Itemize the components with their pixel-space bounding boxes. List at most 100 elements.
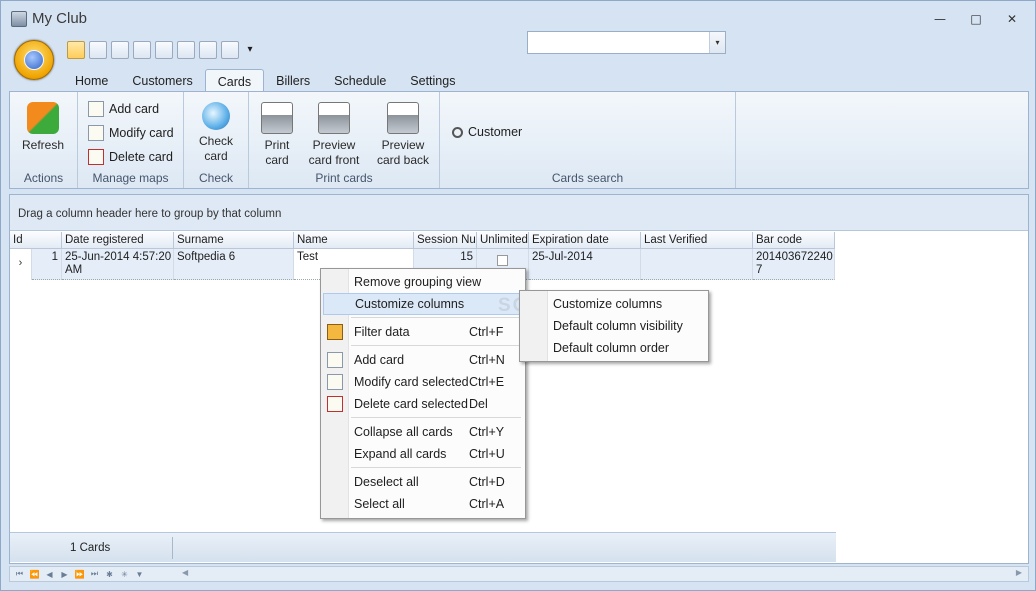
column-header-bar-code[interactable]: Bar code [753,232,835,249]
prev-page-icon[interactable]: ⏪ [29,570,40,579]
group-label-manage-maps: Manage maps [92,171,169,185]
prev-record-icon[interactable]: ◀ [44,570,55,579]
menu-item-shortcut: Ctrl+F [469,325,504,339]
tab-customers[interactable]: Customers [120,69,204,91]
tab-billers[interactable]: Billers [264,69,322,91]
menu-item-label: Add card [354,353,405,367]
row-expand-icon[interactable]: › [10,249,32,280]
menu-item-deselect-all[interactable]: Deselect all Ctrl+D [323,471,523,493]
first-record-icon[interactable]: ⏮ [14,569,25,579]
submenu-item-default-visibility[interactable]: Default column visibility [553,315,683,337]
column-header-date-registered[interactable]: Date registered [62,232,174,249]
menu-item-collapse-all[interactable]: Collapse all cards Ctrl+Y [323,421,523,443]
filter-icon[interactable]: ▼ [134,570,145,579]
group-by-area[interactable]: Drag a column header here to group by th… [10,195,1028,231]
restore-button[interactable]: □ [965,9,987,29]
check-card-button[interactable]: Check card [192,102,240,164]
modify-card-button[interactable]: Modify card [88,123,174,143]
column-header-id[interactable]: Id [10,232,62,249]
info-icon[interactable] [221,41,239,59]
menu-item-label: Filter data [354,325,410,339]
preview-card-front-button[interactable]: Preview card front [304,102,364,168]
add-card-button[interactable]: Add card [88,99,159,119]
preview-card-back-button[interactable]: Preview card back [372,102,434,168]
menu-item-filter-data[interactable]: Filter data Ctrl+F [323,321,523,343]
print-card-label-1: Print [264,138,290,152]
add-card-icon [88,101,104,117]
menu-item-remove-grouping[interactable]: Remove grouping view [323,271,523,293]
column-header-session-num[interactable]: Session Num [414,232,477,249]
cell-bar-code: 2014036722407 [753,249,835,280]
menu-item-modify-card[interactable]: Modify card selected Ctrl+E [323,371,523,393]
modify-card-label: Modify card [109,126,174,140]
print-card-button[interactable]: Print card [257,102,297,168]
next-page-icon[interactable]: ⏩ [74,570,85,579]
scroll-left-icon[interactable]: ◀ [182,568,188,577]
group-actions: Refresh Actions [10,92,78,188]
refresh-icon [27,102,59,134]
grid-header: Id Date registered Surname Name Session … [10,232,835,249]
menu-item-shortcut: Ctrl+D [469,475,505,489]
submenu-item-default-order[interactable]: Default column order [553,337,669,359]
menu-item-select-all[interactable]: Select all Ctrl+A [323,493,523,515]
home-icon [24,50,44,70]
menu-item-customize-columns[interactable]: Customize columns [323,293,523,315]
column-header-name[interactable]: Name [294,232,414,249]
group-label-check: Check [198,171,233,185]
tab-schedule[interactable]: Schedule [322,69,398,91]
menu-item-shortcut: Ctrl+N [469,353,505,367]
edit-icon[interactable] [111,41,129,59]
preview-front-label-2: card front [308,153,360,167]
menu-item-label: Customize columns [355,297,465,311]
refresh-button[interactable]: Refresh [18,102,68,153]
menu-item-shortcut: Del [469,397,488,411]
column-header-expiration-date[interactable]: Expiration date [529,232,641,249]
menu-item-delete-card[interactable]: Delete card selected Del [323,393,523,415]
minimize-button[interactable]: — [929,9,951,29]
window-title: My Club [32,10,88,27]
delete-card-button[interactable]: Delete card [88,147,173,167]
main-window: My Club — □ ✕ ▾ Home Customers Cards Bil… [0,0,1036,591]
column-header-last-verified[interactable]: Last Verified [641,232,753,249]
title-bar: My Club — □ ✕ [1,1,1035,37]
horizontal-scrollbar[interactable]: ◀ ▶ [182,568,1022,580]
menu-item-add-card[interactable]: Add card Ctrl+N [323,349,523,371]
customer-label: Customer [468,125,523,139]
menu-item-label: Modify card selected [354,375,469,389]
search-icon [452,126,463,138]
page-icon[interactable] [155,41,173,59]
menu-separator [351,417,521,418]
printer-icon [318,102,350,134]
application-menu-orb[interactable] [14,40,54,80]
menu-separator [351,317,521,318]
group-cards-search: Customer Cards search [440,92,736,188]
menu-item-label: Select all [354,497,405,511]
qat-customize-button[interactable]: ▾ [243,41,257,61]
tab-settings[interactable]: Settings [398,69,467,91]
scroll-right-icon[interactable]: ▶ [1016,568,1022,577]
customer-search-combobox[interactable]: ▾ [527,31,726,54]
insert-record-icon[interactable]: ✱ [104,570,115,579]
column-header-surname[interactable]: Surname [174,232,294,249]
map-icon[interactable] [177,41,195,59]
card-icon[interactable] [89,41,107,59]
last-record-icon[interactable]: ⏭ [89,569,100,579]
menu-item-expand-all[interactable]: Expand all cards Ctrl+U [323,443,523,465]
close-button[interactable]: ✕ [1001,9,1023,29]
tab-home[interactable]: Home [63,69,120,91]
tab-cards[interactable]: Cards [204,69,265,92]
next-record-icon[interactable]: ▶ [59,570,70,579]
tools-icon[interactable] [199,41,217,59]
chevron-down-icon[interactable]: ▾ [709,32,725,53]
column-header-unlimited[interactable]: Unlimited [477,232,529,249]
copy-icon[interactable] [133,41,151,59]
unlimited-checkbox[interactable] [497,255,508,266]
menu-item-label: Deselect all [354,475,419,489]
cell-date-registered: 25-Jun-2014 4:57:20 AM [62,249,174,280]
user-icon[interactable] [67,41,85,59]
magnifier-icon [202,102,230,130]
printer-icon [387,102,419,134]
append-record-icon[interactable]: ✳ [119,570,130,579]
submenu-item-customize-columns[interactable]: Customize columns [553,293,662,315]
menu-item-label: Expand all cards [354,447,447,461]
